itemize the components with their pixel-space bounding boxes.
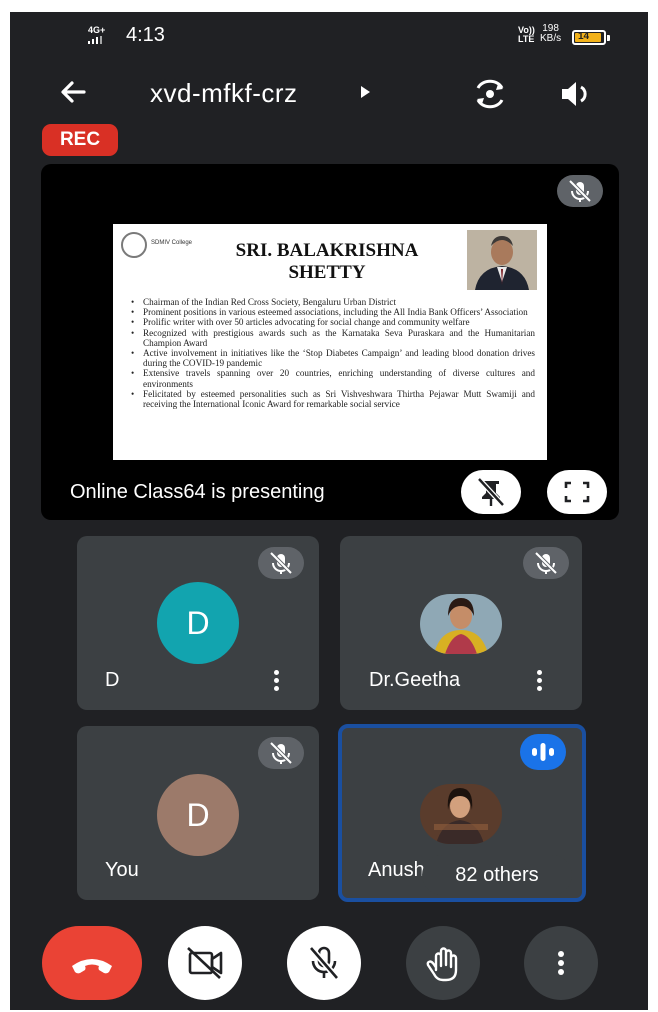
back-arrow-icon[interactable] <box>54 74 94 110</box>
signal-icon <box>88 36 105 46</box>
speaker-icon[interactable] <box>556 76 596 112</box>
slide-bullet: Recognized with prestigious awards such … <box>129 328 535 348</box>
network-type-label: 4G+ <box>88 25 106 35</box>
more-vert-icon[interactable] <box>268 668 284 696</box>
presentation-tile[interactable]: SDMIV College SRI. BALAKRISHNA SHETTY Ch… <box>41 164 619 520</box>
network-indicator-left: 4G+ <box>88 26 105 46</box>
switch-camera-icon[interactable] <box>470 76 510 112</box>
shared-slide: SDMIV College SRI. BALAKRISHNA SHETTY Ch… <box>113 224 547 460</box>
unpin-icon <box>477 477 505 507</box>
network-speed: 198 KB/s <box>540 24 561 44</box>
college-logo-icon <box>121 232 147 258</box>
end-call-button[interactable] <box>42 926 142 1000</box>
muted-mic-icon <box>258 547 304 579</box>
profile-photo <box>420 784 502 844</box>
speaking-indicator-icon <box>520 734 566 770</box>
slide-bullet: Extensive travels spanning over 20 count… <box>129 368 535 388</box>
muted-mic-icon <box>523 547 569 579</box>
mic-off-icon <box>308 946 340 980</box>
participant-tile[interactable]: Dr.Geetha <box>340 536 582 710</box>
slide-bullet: Felicitated by esteemed personalities su… <box>129 389 535 409</box>
muted-mic-icon <box>557 175 603 207</box>
slide-title-line-1: SRI. BALAKRISHNA <box>235 240 419 261</box>
network-indicator-right: Vo)) LTE <box>518 26 535 44</box>
participant-tile[interactable]: D D <box>77 536 319 710</box>
presenter-label: Online Class64 is presenting <box>70 481 325 503</box>
muted-mic-icon <box>258 737 304 769</box>
speed-unit: KB/s <box>540 33 562 44</box>
recording-badge: REC <box>42 124 118 156</box>
portrait-photo <box>467 230 537 290</box>
avatar: D <box>157 774 239 856</box>
fullscreen-icon <box>564 481 590 503</box>
slide-bullet: Active involvement in initiatives like t… <box>129 348 535 368</box>
slide-bullet: Prominent positions in various esteemed … <box>129 307 535 317</box>
participant-tile-self[interactable]: D You <box>77 726 319 900</box>
slide-title-line-2: SHETTY <box>288 262 366 283</box>
participant-name: D <box>105 669 120 691</box>
slide-bullet-list: Chairman of the Indian Red Cross Society… <box>129 297 535 409</box>
slide-bullet: Prolific writer with over 50 articles ad… <box>129 317 535 327</box>
slide-title: SRI. BALAKRISHNA SHETTY <box>197 240 457 284</box>
participant-name: You <box>105 859 139 881</box>
battery-icon: 14 <box>572 30 610 45</box>
battery-tip <box>607 35 610 41</box>
participant-name: Dr.Geetha <box>369 669 461 691</box>
clock: 4:13 <box>126 24 165 46</box>
meet-screen: 4G+ 4:13 Vo)) LTE 198 KB/s 14 xvd-mfkf-c… <box>10 12 648 1010</box>
lte-label: LTE <box>518 34 535 44</box>
battery-level: 14 <box>578 31 590 42</box>
fullscreen-button[interactable] <box>547 470 607 514</box>
more-vert-icon <box>558 951 564 975</box>
status-bar: 4G+ 4:13 Vo)) LTE 198 KB/s 14 <box>10 12 648 52</box>
camera-toggle-button[interactable] <box>168 926 242 1000</box>
slide-logo-text: SDMIV College <box>151 240 193 246</box>
more-vert-icon[interactable] <box>531 668 547 696</box>
meeting-info-caret-icon[interactable] <box>358 84 372 100</box>
hang-up-icon <box>72 959 112 974</box>
profile-photo <box>420 594 502 654</box>
camera-off-icon <box>187 947 223 979</box>
meeting-code[interactable]: xvd-mfkf-crz <box>150 78 298 109</box>
slide-bullet: Chairman of the Indian Red Cross Society… <box>129 297 535 307</box>
others-count-chip[interactable]: 82 others <box>422 855 572 895</box>
more-options-button[interactable] <box>524 926 598 1000</box>
hand-icon <box>426 947 458 982</box>
microphone-toggle-button[interactable] <box>287 926 361 1000</box>
raise-hand-button[interactable] <box>406 926 480 1000</box>
avatar: D <box>157 582 239 664</box>
unpin-button[interactable] <box>461 470 521 514</box>
